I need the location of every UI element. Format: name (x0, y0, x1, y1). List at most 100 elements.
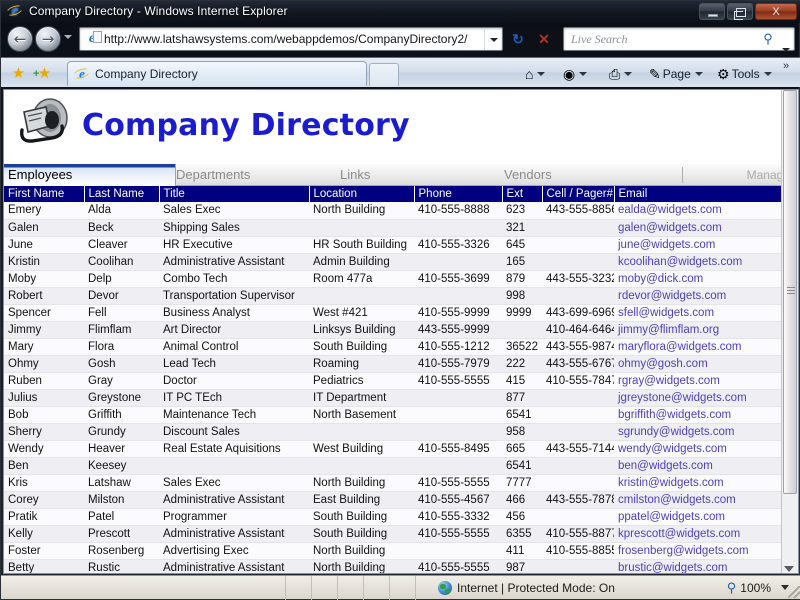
cell-email[interactable]: ppatel@widgets.com (614, 508, 783, 526)
table-row[interactable]: Galen Beck Shipping Sales 321 galen@widgets.… (4, 219, 783, 237)
cell-email[interactable]: kprescott@widgets.com (614, 525, 783, 543)
email-link[interactable]: wendy@widgets.com (618, 443, 727, 455)
nav-tab-employees[interactable]: Employees (4, 164, 176, 186)
email-link[interactable]: rgray@widgets.com (618, 375, 720, 387)
cell-email[interactable]: ealda@widgets.com (614, 202, 783, 220)
table-row[interactable]: Kris Latshaw Sales Exec North Building 410-5… (4, 474, 783, 492)
email-link[interactable]: kcoolihan@widgets.com (618, 256, 742, 268)
search-input[interactable]: Live Search ⚲ (563, 27, 795, 52)
maximize-button[interactable] (727, 3, 753, 20)
email-link[interactable]: brustic@widgets.com (618, 562, 727, 574)
cell-email[interactable]: moby@dick.com (614, 270, 783, 288)
table-row[interactable]: Sherry Grundy Discount Sales 958 sgrundy@wid… (4, 423, 783, 441)
cell-email[interactable]: kristin@widgets.com (614, 474, 783, 492)
email-link[interactable]: ohmy@gosh.com (618, 358, 708, 370)
back-button[interactable]: ← (7, 26, 33, 52)
email-link[interactable]: ppatel@widgets.com (618, 511, 725, 523)
column-header-location[interactable]: Location (309, 186, 415, 202)
cell-email[interactable]: sgrundy@widgets.com (614, 423, 783, 441)
resize-grip-icon[interactable] (788, 586, 800, 598)
new-tab-button[interactable] (369, 63, 399, 86)
email-link[interactable]: galen@widgets.com (618, 222, 722, 234)
refresh-button[interactable]: ↻ (507, 28, 529, 50)
cell-email[interactable]: frosenberg@widgets.com (614, 542, 783, 560)
table-row[interactable]: Robert Devor Transportation Supervisor 998 r… (4, 287, 783, 305)
tools-chevron-down-icon[interactable] (763, 71, 772, 76)
email-link[interactable]: bgriffith@widgets.com (618, 409, 731, 421)
cell-email[interactable]: wendy@widgets.com (614, 440, 783, 458)
minimize-button[interactable] (699, 3, 725, 20)
email-link[interactable]: sgrundy@widgets.com (618, 426, 735, 438)
table-row[interactable]: Kelly Prescott Administrative Assistant Sou… (4, 525, 783, 543)
email-link[interactable]: sfell@widgets.com (618, 307, 714, 319)
email-link[interactable]: moby@dick.com (618, 273, 703, 285)
scroll-down-arrow-icon[interactable] (784, 566, 794, 572)
cell-email[interactable]: cmilston@widgets.com (614, 491, 783, 509)
email-link[interactable]: maryflora@widgets.com (618, 341, 742, 353)
table-row[interactable]: Ohmy Gosh Lead Tech Roaming 410-555-7979 222 4… (4, 355, 783, 373)
print-button[interactable]: ⎙ (609, 63, 633, 84)
security-zone-indicator[interactable]: Internet | Protected Mode: On (438, 580, 615, 595)
table-row[interactable]: Julius Greystone IT PC TEch IT Department 87… (4, 389, 783, 407)
table-row[interactable]: Mary Flora Animal Control South Building 410… (4, 338, 783, 356)
table-row[interactable]: Corey Milston Administrative Assistant East… (4, 491, 783, 509)
email-link[interactable]: jimmy@flimflam.org (618, 324, 719, 336)
email-link[interactable]: jgreystone@widgets.com (618, 392, 747, 404)
table-row[interactable]: Bob Griffith Maintenance Tech North Basemen… (4, 406, 783, 424)
email-link[interactable]: kristin@widgets.com (618, 477, 724, 489)
stop-button[interactable]: ✕ (533, 28, 555, 50)
scrollbar-thumb[interactable] (783, 90, 797, 494)
table-row[interactable]: Spencer Fell Business Analyst West #421 410-… (4, 304, 783, 322)
print-chevron-down-icon[interactable] (624, 71, 633, 76)
table-row[interactable]: Pratik Patel Programmer South Building 410-5… (4, 508, 783, 526)
table-row[interactable]: Foster Rosenberg Advertising Exec North Bui… (4, 542, 783, 560)
feeds-chevron-down-icon[interactable] (579, 71, 588, 76)
favorites-star-icon[interactable]: ★ (9, 64, 28, 83)
browser-tab-company-directory[interactable]: e Company Directory (67, 61, 367, 86)
email-link[interactable]: kprescott@widgets.com (618, 528, 740, 540)
table-row[interactable]: June Cleaver HR Executive HR South Building… (4, 236, 783, 254)
command-overflow-button[interactable]: » (783, 60, 789, 72)
table-row[interactable]: Betty Rustic Administrative Assistant North… (4, 559, 783, 573)
table-row[interactable]: Wendy Heaver Real Estate Aquisitions West B… (4, 440, 783, 458)
cell-email[interactable]: ohmy@gosh.com (614, 355, 783, 373)
column-header-first-name[interactable]: First Name (4, 186, 85, 202)
column-header-phone[interactable]: Phone (414, 186, 503, 202)
home-chevron-down-icon[interactable] (537, 71, 546, 76)
cell-email[interactable]: sfell@widgets.com (614, 304, 783, 322)
column-header-cell-pager[interactable]: Cell / Pager# (542, 186, 615, 202)
email-link[interactable]: cmilston@widgets.com (618, 494, 736, 506)
cell-email[interactable]: kcoolihan@widgets.com (614, 253, 783, 271)
page-menu-button[interactable]: ✎ Page (649, 63, 703, 84)
email-link[interactable]: ealda@widgets.com (618, 204, 722, 216)
cell-email[interactable]: rdevor@widgets.com (614, 287, 783, 305)
cell-email[interactable]: jgreystone@widgets.com (614, 389, 783, 407)
cell-email[interactable]: june@widgets.com (614, 236, 783, 254)
search-icon[interactable]: ⚲ (758, 31, 778, 47)
email-link[interactable]: frosenberg@widgets.com (618, 545, 749, 557)
table-row[interactable]: Ben Keesey 6541 ben@widgets.com (4, 457, 783, 475)
email-link[interactable]: june@widgets.com (618, 239, 715, 251)
table-row[interactable]: Kristin Coolihan Administrative Assistant A… (4, 253, 783, 271)
tools-menu-button[interactable]: ⚙ Tools (717, 63, 772, 84)
nav-tab-departments[interactable]: Departments (176, 164, 250, 186)
cell-email[interactable]: bgriffith@widgets.com (614, 406, 783, 424)
table-row[interactable]: Ruben Gray Doctor Pediatrics 410-555-5555 415… (4, 372, 783, 390)
email-link[interactable]: rdevor@widgets.com (618, 290, 726, 302)
cell-email[interactable]: rgray@widgets.com (614, 372, 783, 390)
page-chevron-down-icon[interactable] (694, 71, 703, 76)
feeds-button[interactable]: ◉ (563, 63, 588, 84)
cell-email[interactable]: maryflora@widgets.com (614, 338, 783, 356)
address-chevron-down-icon[interactable] (484, 28, 502, 50)
cell-email[interactable]: brustic@widgets.com (614, 559, 783, 573)
forward-button[interactable]: → (35, 26, 61, 52)
column-header-last-name[interactable]: Last Name (84, 186, 160, 202)
close-button[interactable]: X (755, 3, 797, 20)
table-row[interactable]: Jimmy Flimflam Art Director Linksys Buildin… (4, 321, 783, 339)
email-link[interactable]: ben@widgets.com (618, 460, 713, 472)
nav-tab-vendors[interactable]: Vendors (504, 164, 552, 186)
table-row[interactable]: Emery Alda Sales Exec North Building 410-555… (4, 202, 783, 220)
cell-email[interactable]: jimmy@flimflam.org (614, 321, 783, 339)
address-input[interactable]: e http://www.latshawsystems.com/webappde… (79, 27, 503, 51)
page-vertical-scrollbar[interactable] (781, 90, 798, 573)
